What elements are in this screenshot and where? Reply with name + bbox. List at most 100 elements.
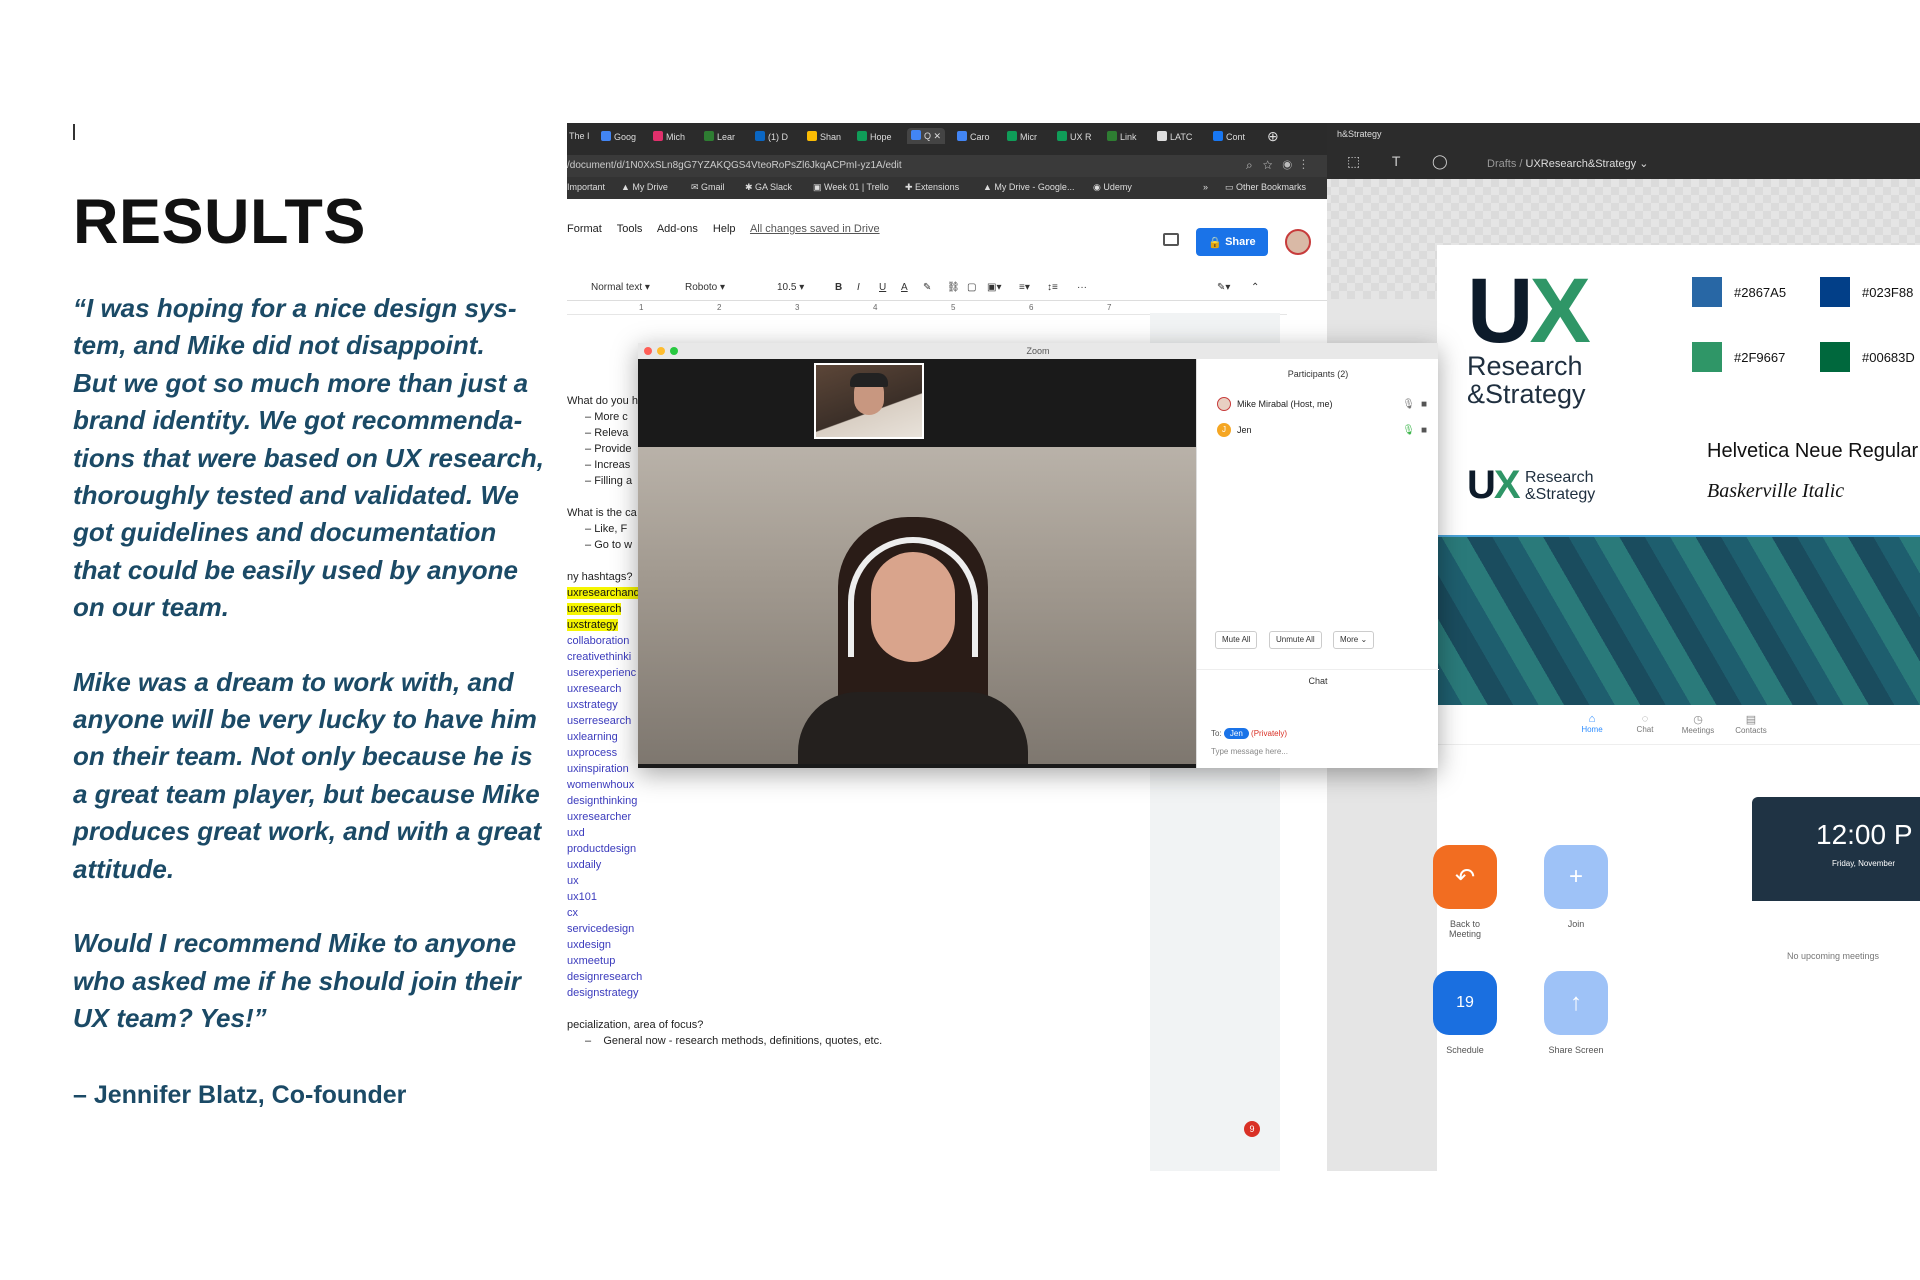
close-icon[interactable]: ✕	[934, 131, 942, 141]
avatar[interactable]	[1285, 229, 1311, 255]
browser-tab[interactable]: Hope	[857, 131, 892, 142]
more-button[interactable]: ···	[1077, 282, 1087, 293]
browser-tab-active[interactable]: Q ✕	[907, 128, 946, 144]
close-window-icon[interactable]	[644, 347, 652, 355]
color-chip	[1692, 342, 1722, 372]
italic-button[interactable]: I	[857, 282, 860, 293]
browser-tab[interactable]: Caro	[957, 131, 990, 142]
underline-button[interactable]: U	[879, 282, 886, 293]
color-chip	[1820, 277, 1850, 307]
unmute-all-button[interactable]: Unmute All	[1269, 631, 1322, 649]
breadcrumb[interactable]: Drafts / UXResearch&Strategy ⌄	[1487, 157, 1648, 170]
browser-tab[interactable]: LATC	[1157, 131, 1192, 142]
participant-row[interactable]: Mike Mirabal (Host, me) 🎙 ■	[1217, 397, 1427, 411]
mute-all-button[interactable]: Mute All	[1215, 631, 1258, 649]
camera-icon[interactable]: ■	[1421, 425, 1427, 436]
self-view-thumbnail[interactable]	[814, 363, 924, 439]
nav-chat[interactable]: ◌ Chat	[1620, 713, 1670, 734]
chat-icon: ◌	[1641, 713, 1649, 725]
bookmark[interactable]: ▲ My Drive	[621, 182, 668, 192]
menu-help[interactable]: Help	[713, 223, 736, 235]
browser-tab[interactable]: Cont	[1213, 131, 1245, 142]
bookmarks-overflow[interactable]: »	[1203, 182, 1208, 192]
participant-row[interactable]: J Jen 🎙 ■	[1217, 423, 1427, 437]
avatar: J	[1217, 423, 1231, 437]
minimize-window-icon[interactable]	[657, 347, 665, 355]
contacts-icon: ▤	[1745, 714, 1757, 726]
chat-recipient[interactable]: To: Jen (Privately)	[1211, 728, 1287, 739]
bookmark[interactable]: ◉ Udemy	[1093, 182, 1132, 193]
avatar	[1217, 397, 1231, 411]
browser-tab[interactable]: Mich	[653, 131, 685, 142]
mic-icon[interactable]: 🎙	[1402, 425, 1415, 436]
style-guide-card: UX Research &Strategy UX Research &Strat…	[1437, 245, 1920, 535]
comment-add-icon[interactable]: ▢	[967, 282, 976, 293]
browser-tab[interactable]: Shan	[807, 131, 841, 142]
browser-tab-strip: The I Goog Mich Lear (1) D Shan Hope Q ✕…	[567, 123, 1327, 155]
browser-tab[interactable]: Micr	[1007, 131, 1037, 142]
reply-icon: ↶	[1433, 845, 1497, 909]
align-icon[interactable]: ≡▾	[1019, 282, 1030, 293]
menu-format[interactable]: Format	[567, 223, 602, 235]
browser-tab[interactable]: UX R	[1057, 131, 1092, 142]
clock-card: 12:00 P Friday, November	[1752, 797, 1920, 901]
bold-button[interactable]: B	[835, 282, 842, 293]
testimonial-quote: “I was hoping for a nice design sys- tem…	[73, 290, 544, 1074]
font-select[interactable]: Roboto ▾	[685, 282, 725, 293]
browser-toolbar-icons[interactable]: ⌕☆◉⋮	[1246, 158, 1315, 173]
quote-paragraph-3: Would I recommend Mike to anyone who ask…	[73, 928, 521, 1033]
camera-icon[interactable]: ■	[1421, 399, 1427, 410]
color-swatch: #2F9667	[1692, 342, 1785, 372]
style-select[interactable]: Normal text ▾	[591, 282, 650, 293]
image-icon[interactable]: ▣▾	[987, 282, 1001, 293]
chevron-up-icon[interactable]: ⌃	[1251, 282, 1259, 293]
browser-tab[interactable]: Link	[1107, 131, 1137, 142]
clock-date: Friday, November	[1832, 859, 1895, 868]
font-size-select[interactable]: 10.5 ▾	[777, 282, 804, 293]
more-button[interactable]: More ⌄	[1333, 631, 1375, 649]
chat-input[interactable]: Type message here...	[1211, 747, 1288, 756]
menu-tools[interactable]: Tools	[617, 223, 643, 235]
font-secondary: Baskerville Italic	[1707, 480, 1845, 502]
nav-contacts[interactable]: ▤ Contacts	[1726, 713, 1776, 735]
upload-icon: ↑	[1544, 971, 1608, 1035]
join-button[interactable]: + Join	[1544, 845, 1608, 929]
design-app-tab[interactable]: h&Strategy	[1337, 129, 1382, 139]
participants-panel: Participants (2) Mike Mirabal (Host, me)…	[1196, 359, 1439, 768]
nav-home[interactable]: ⌂ Home	[1567, 713, 1617, 734]
saved-status[interactable]: All changes saved in Drive	[750, 223, 880, 235]
schedule-button[interactable]: 19 Schedule	[1433, 971, 1497, 1055]
bookmark[interactable]: ▣ Week 01 | Trello	[813, 182, 889, 193]
bookmark[interactable]: ✚ Extensions	[905, 182, 959, 193]
back-to-meeting-button[interactable]: ↶ Back to Meeting	[1433, 845, 1497, 939]
bookmark[interactable]: Important	[567, 182, 605, 192]
nav-meetings[interactable]: ◷ Meetings	[1673, 713, 1723, 735]
participants-title: Participants (2)	[1287, 369, 1349, 379]
address-bar[interactable]: /document/d/1N0XxSLn8gG7YZAKQGS4VteoRoPs…	[567, 155, 1327, 177]
bookmark[interactable]: ✱ GA Slack	[745, 182, 792, 193]
mic-icon[interactable]: 🎙	[1402, 399, 1415, 410]
browser-tab[interactable]: (1) D	[755, 131, 788, 142]
new-tab-icon[interactable]: ⊕	[1267, 128, 1279, 145]
share-screen-button[interactable]: ↑ Share Screen	[1544, 971, 1608, 1055]
highlight-icon[interactable]: ✎	[923, 282, 931, 293]
bookmark[interactable]: ✉ Gmail	[691, 182, 725, 193]
line-spacing-icon[interactable]: ↕≡	[1047, 282, 1058, 293]
comment-icon[interactable]	[1163, 233, 1179, 246]
quote-paragraph-2: Mike was a dream to work with, and anyon…	[73, 666, 542, 884]
browser-tab[interactable]: Lear	[704, 131, 735, 142]
design-tools-icons[interactable]: ⬚ T ◯	[1347, 153, 1462, 170]
bookmark[interactable]: ▲ My Drive - Google...	[983, 182, 1074, 192]
browser-tab[interactable]: The I	[569, 131, 590, 141]
text-color-button[interactable]: A	[901, 282, 908, 293]
notification-badge[interactable]: 9	[1244, 1121, 1260, 1137]
link-icon[interactable]: ⛓	[947, 282, 960, 293]
other-bookmarks[interactable]: ▭ Other Bookmarks	[1225, 182, 1306, 193]
browser-tab[interactable]: Goog	[601, 131, 636, 142]
share-button[interactable]: 🔒 Share	[1196, 228, 1268, 256]
menu-addons[interactable]: Add-ons	[657, 223, 698, 235]
edit-mode-icon[interactable]: ✎▾	[1217, 282, 1230, 293]
maximize-window-icon[interactable]	[670, 347, 678, 355]
video-area	[638, 359, 1196, 768]
participant-video-figure	[798, 517, 1028, 764]
